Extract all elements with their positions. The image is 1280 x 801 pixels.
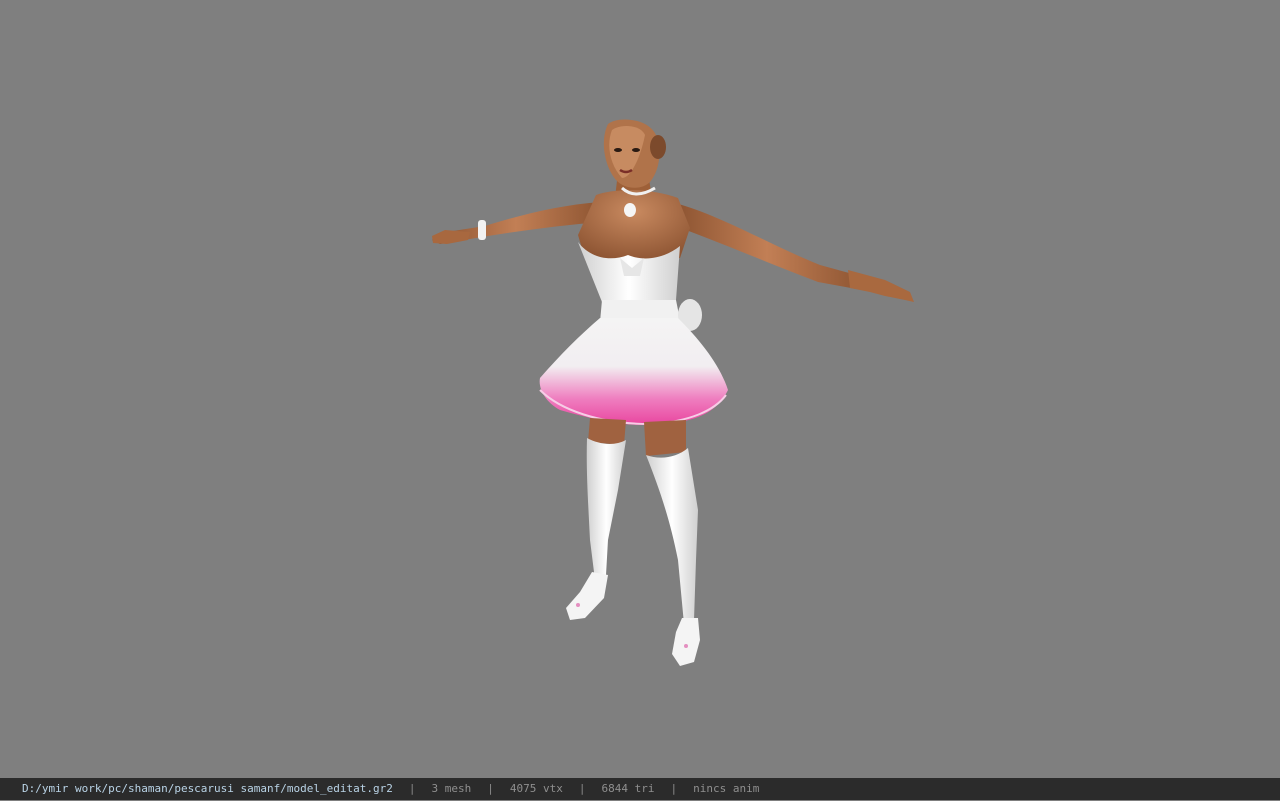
necklace-pendant — [624, 203, 636, 217]
left-hand — [432, 230, 470, 244]
animation-status-label: nincs anim — [693, 782, 760, 795]
left-thigh-skin — [588, 418, 626, 445]
right-stocking — [646, 448, 698, 624]
right-arm — [672, 203, 862, 290]
bracelet — [478, 220, 486, 240]
character-model[interactable] — [0, 0, 1280, 778]
separator: | — [408, 782, 416, 795]
left-eye — [614, 148, 622, 152]
right-hand — [848, 270, 914, 302]
right-shoe — [672, 618, 700, 666]
separator: | — [670, 782, 678, 795]
hair-bun — [650, 135, 666, 159]
separator: | — [578, 782, 586, 795]
separator: | — [487, 782, 494, 795]
status-bar: D:/ymir work/pc/shaman/pescarusi samanf/… — [0, 778, 1280, 800]
file-path-label: D:/ymir work/pc/shaman/pescarusi samanf/… — [22, 782, 393, 795]
3d-viewport[interactable] — [0, 0, 1280, 778]
mesh-count-label: 3 mesh — [431, 782, 472, 795]
left-stocking — [586, 438, 626, 580]
right-shoe-accent — [684, 644, 688, 648]
right-thigh-skin — [644, 420, 686, 456]
vertex-count-label: 4075 vtx — [509, 782, 563, 795]
left-shoe-accent — [576, 603, 580, 607]
right-eye — [632, 148, 640, 152]
triangle-count-label: 6844 tri — [601, 782, 655, 795]
left-shoe — [566, 572, 608, 620]
